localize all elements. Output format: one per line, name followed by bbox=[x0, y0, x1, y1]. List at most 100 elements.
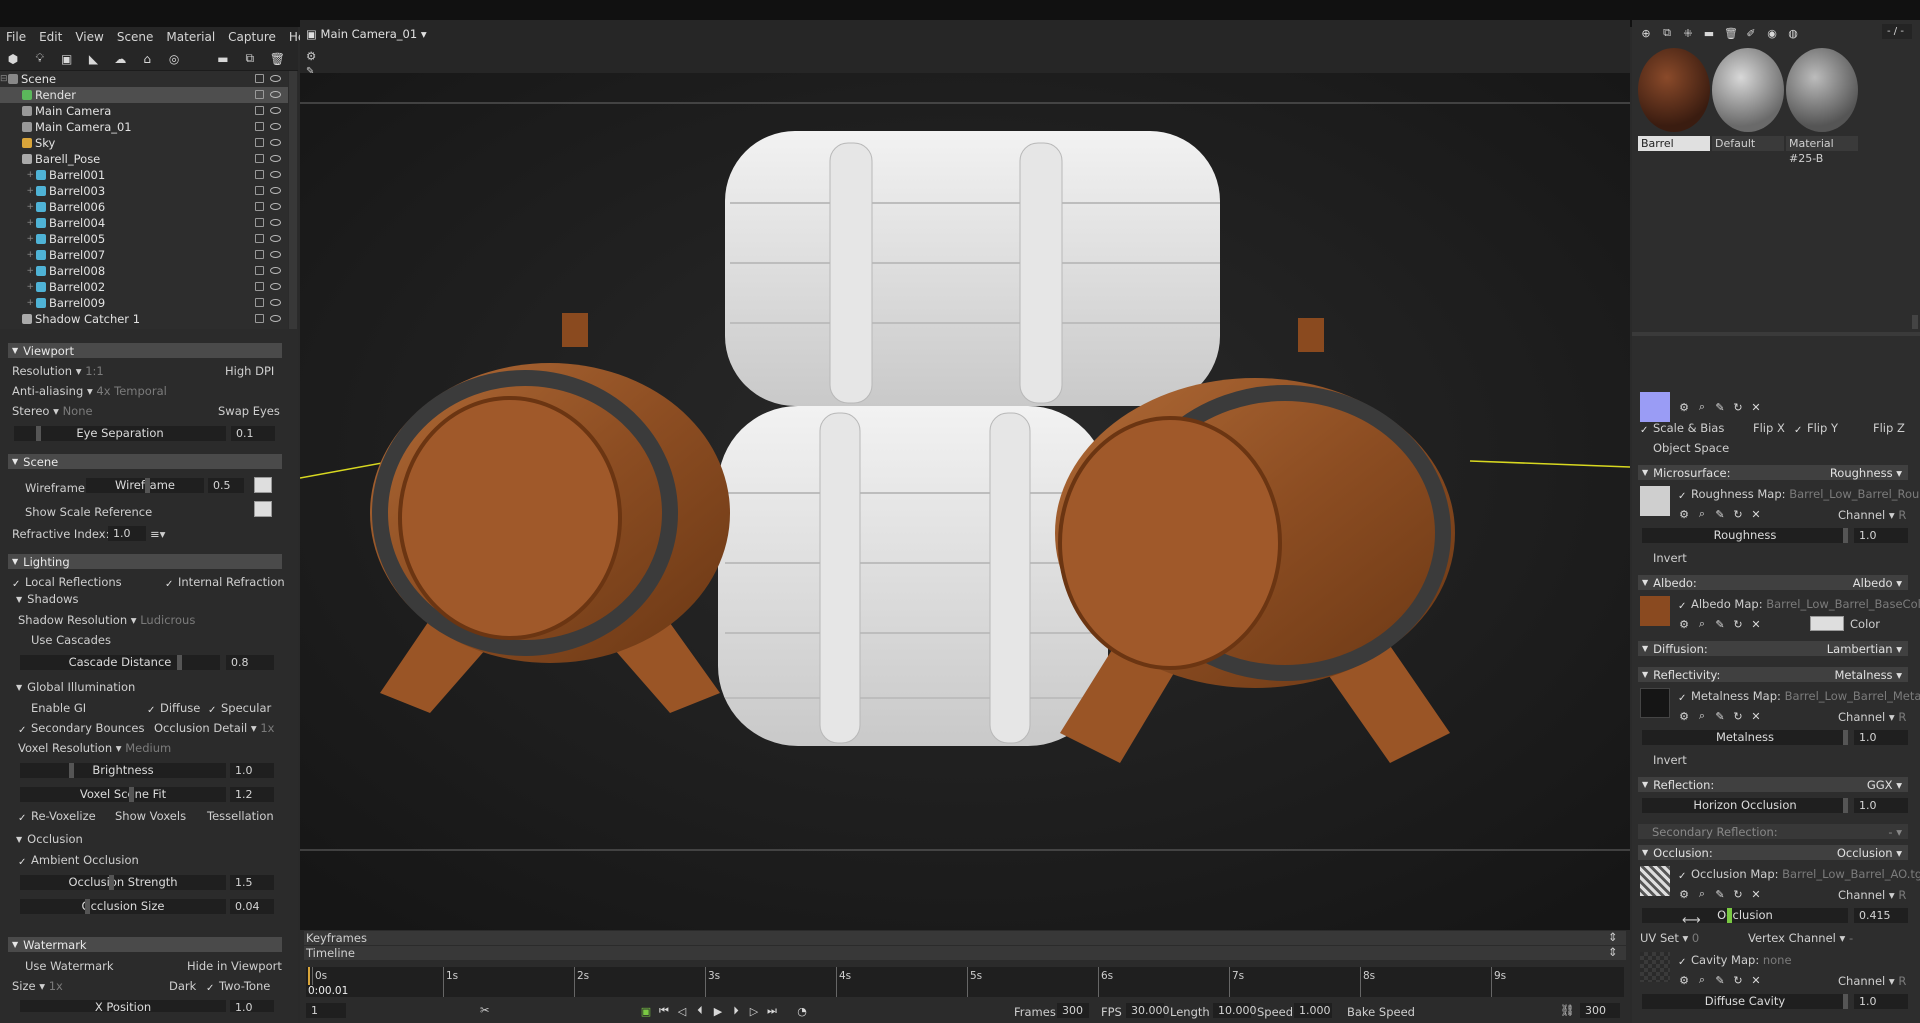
visibility-eye-icon[interactable] bbox=[270, 299, 281, 306]
length-value[interactable]: 10.000 bbox=[1213, 1003, 1257, 1018]
cavity-channel-dropdown[interactable]: Channel ▾ R bbox=[1838, 974, 1906, 988]
library-scrollbar[interactable] bbox=[1912, 315, 1918, 329]
add-light-icon[interactable]: 💡︎ bbox=[33, 51, 47, 67]
reflectivity-header[interactable]: ▼ Reflectivity: Metalness ▾ bbox=[1638, 667, 1908, 682]
roughness-map-checkbox[interactable]: ✓ Roughness Map: Barrel_Low_Barrel_Roug bbox=[1678, 487, 1920, 502]
re-voxelize-checkbox[interactable]: ✓ Re-Voxelize bbox=[18, 809, 96, 824]
diffusion-header[interactable]: ▼ Diffusion: Lambertian ▾ bbox=[1638, 641, 1908, 656]
horizon-occlusion-slider[interactable]: Horizon Occlusion bbox=[1642, 798, 1848, 813]
skip-start-icon[interactable]: ⏮ bbox=[658, 1004, 670, 1018]
occlusion-size-slider[interactable]: Occlusion Size bbox=[20, 899, 226, 914]
internal-refraction-checkbox[interactable]: ✓ Internal Refraction bbox=[165, 575, 285, 590]
albedo-map-checkbox[interactable]: ✓ Albedo Map: Barrel_Low_Barrel_BaseCol bbox=[1678, 597, 1920, 612]
metalness-map-checkbox[interactable]: ✓ Metalness Map: Barrel_Low_Barrel_Metal bbox=[1678, 689, 1920, 704]
ambient-occlusion-checkbox[interactable]: ✓ Ambient Occlusion bbox=[18, 853, 139, 868]
anti-aliasing-dropdown[interactable]: Anti-aliasing ▾ 4x Temporal bbox=[12, 384, 167, 398]
magnifier-icon[interactable]: ⌕ bbox=[1696, 507, 1708, 521]
occlusion-strength-slider[interactable]: Occlusion Strength bbox=[20, 875, 226, 890]
dark-checkbox[interactable]: Dark bbox=[156, 979, 196, 993]
scale-reference-color-swatch[interactable] bbox=[254, 501, 272, 517]
visibility-eye-icon[interactable] bbox=[270, 171, 281, 178]
voxel-scene-fit-value[interactable]: 1.2 bbox=[230, 787, 274, 802]
magnifier-icon[interactable]: ⌕ bbox=[1696, 400, 1708, 414]
tree-expander[interactable]: + bbox=[0, 298, 36, 308]
tree-item[interactable]: + Barrel008 bbox=[0, 263, 288, 279]
tessellation-checkbox[interactable]: Tessellation bbox=[194, 809, 274, 823]
wireframe-color-swatch[interactable] bbox=[254, 477, 272, 493]
secondary-reflection-header[interactable]: Secondary Reflection: - ▾ bbox=[1638, 824, 1908, 839]
menu-view[interactable]: View bbox=[75, 30, 103, 44]
lock-icon[interactable] bbox=[255, 266, 264, 275]
reload-icon[interactable]: ↻ bbox=[1732, 508, 1744, 521]
apply-material-icon[interactable]: ◉ bbox=[1766, 27, 1778, 40]
speedometer-icon[interactable]: ◔ bbox=[796, 1005, 808, 1018]
visibility-eye-icon[interactable] bbox=[270, 139, 281, 146]
visibility-eye-icon[interactable] bbox=[270, 235, 281, 242]
refractive-index-menu-icon[interactable]: ≡▾ bbox=[150, 527, 165, 541]
tree-item[interactable]: Shadow Catcher 1 bbox=[0, 311, 288, 327]
magnifier-icon[interactable]: ⌕ bbox=[1696, 973, 1708, 987]
occlusion-value[interactable]: 0.415 bbox=[1854, 908, 1908, 923]
camera-selector[interactable]: ▣ Main Camera_01 ▾ bbox=[306, 27, 427, 41]
use-cascades-checkbox[interactable]: Use Cascades bbox=[18, 633, 111, 647]
use-watermark-checkbox[interactable]: Use Watermark bbox=[12, 959, 114, 973]
tree-item[interactable]: + Barrel002 bbox=[0, 279, 288, 295]
tree-expander[interactable]: + bbox=[0, 250, 36, 260]
settings-gear-icon[interactable]: ⚙ bbox=[1678, 618, 1690, 631]
menu-capture[interactable]: Capture bbox=[228, 30, 276, 44]
cascade-distance-value[interactable]: 0.8 bbox=[226, 655, 274, 670]
frames-value[interactable]: 300 bbox=[1057, 1003, 1089, 1018]
timeline-ruler[interactable]: 0s 1s 2s 3s 4s 5s 6s 7s 8s 9s bbox=[306, 967, 1624, 997]
lock-icon[interactable] bbox=[255, 154, 264, 163]
menu-edit[interactable]: Edit bbox=[39, 30, 62, 44]
uv-set-dropdown[interactable]: UV Set ▾ 0 bbox=[1640, 931, 1699, 945]
settings-gear-icon[interactable]: ⚙ bbox=[1678, 888, 1690, 901]
tree-item[interactable]: + Barrel006 bbox=[0, 199, 288, 215]
visibility-eye-icon[interactable] bbox=[270, 283, 281, 290]
lock-icon[interactable] bbox=[255, 170, 264, 179]
duplicate-material-icon[interactable]: ⧉ bbox=[1661, 26, 1673, 40]
lock-icon[interactable] bbox=[255, 282, 264, 291]
enable-gi-checkbox[interactable]: Enable GI bbox=[18, 701, 86, 715]
add-shadow-catcher-icon[interactable]: ◣ bbox=[87, 51, 101, 67]
material-page-counter[interactable]: - / - bbox=[1882, 24, 1912, 39]
show-voxels-checkbox[interactable]: Show Voxels bbox=[102, 809, 186, 823]
settings-gear-icon[interactable]: ⚙ bbox=[1678, 508, 1690, 521]
lock-icon[interactable] bbox=[255, 90, 264, 99]
tree-item[interactable]: + Barrel005 bbox=[0, 231, 288, 247]
scene-header[interactable]: ▼ Scene bbox=[8, 454, 282, 469]
object-space-checkbox[interactable]: Object Space bbox=[1640, 441, 1729, 455]
visibility-eye-icon[interactable] bbox=[270, 75, 281, 82]
secondary-bounces-checkbox[interactable]: ✓ Secondary Bounces bbox=[18, 721, 144, 736]
flip-y-checkbox[interactable]: ✓ Flip Y bbox=[1794, 421, 1838, 436]
shadow-resolution-dropdown[interactable]: Shadow Resolution ▾ Ludicrous bbox=[18, 613, 195, 627]
watermark-header[interactable]: ▼ Watermark bbox=[8, 937, 282, 952]
visibility-eye-icon[interactable] bbox=[270, 123, 281, 130]
material-tile[interactable]: Barrel bbox=[1638, 48, 1710, 152]
tree-expander[interactable]: + bbox=[0, 202, 36, 212]
tree-item[interactable]: + Barrel009 bbox=[0, 295, 288, 311]
current-frame-field[interactable]: 1 bbox=[306, 1003, 346, 1018]
flip-z-checkbox[interactable]: Flip Z bbox=[1860, 421, 1905, 435]
visibility-eye-icon[interactable] bbox=[270, 203, 281, 210]
end-frame-field[interactable]: 300 bbox=[1580, 1003, 1620, 1018]
tree-item[interactable]: Barell_Pose bbox=[0, 151, 288, 167]
lock-icon[interactable] bbox=[255, 122, 264, 131]
pick-material-icon[interactable]: ✐ bbox=[1745, 27, 1757, 40]
lock-icon[interactable] bbox=[255, 218, 264, 227]
lock-icon[interactable] bbox=[255, 186, 264, 195]
occlusion-strength-value[interactable]: 1.5 bbox=[230, 875, 274, 890]
folder-icon[interactable]: ▬ bbox=[216, 51, 230, 67]
voxel-resolution-dropdown[interactable]: Voxel Resolution ▾ Medium bbox=[18, 741, 171, 755]
tree-item[interactable]: Sky bbox=[0, 135, 288, 151]
trash-icon[interactable]: 🗑︎ bbox=[270, 51, 285, 67]
occlusion-detail-dropdown[interactable]: Occlusion Detail ▾ 1x bbox=[154, 721, 274, 735]
roughness-slider[interactable]: Roughness bbox=[1642, 528, 1848, 543]
visibility-eye-icon[interactable] bbox=[270, 251, 281, 258]
lock-icon[interactable] bbox=[255, 314, 264, 323]
voxel-scene-fit-slider[interactable]: Voxel Scene Fit bbox=[20, 787, 226, 802]
timeline-header[interactable]: Timeline bbox=[304, 946, 1626, 960]
resolution-dropdown[interactable]: Resolution ▾ 1:1 bbox=[12, 364, 104, 378]
loop-icon[interactable]: ▣ bbox=[640, 1005, 652, 1018]
local-reflections-checkbox[interactable]: ✓ Local Reflections bbox=[12, 575, 122, 590]
